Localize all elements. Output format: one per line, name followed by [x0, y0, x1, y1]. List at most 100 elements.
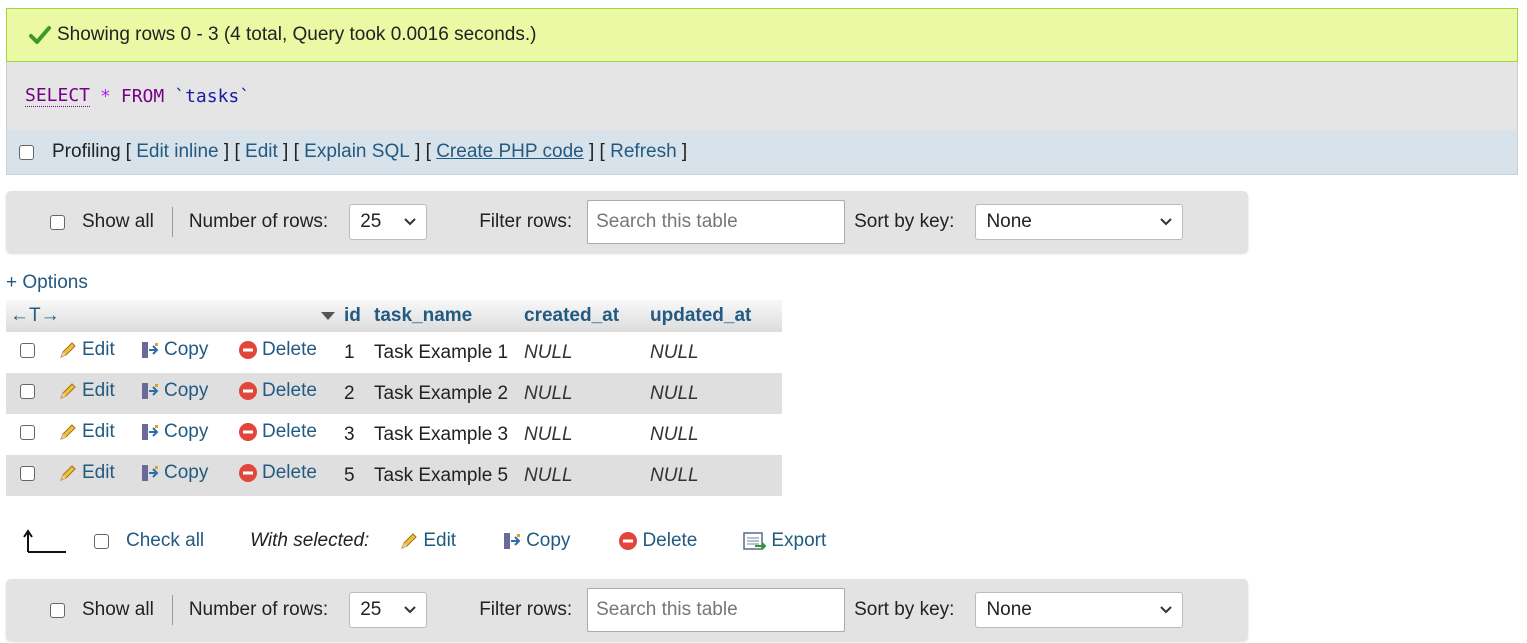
- copy-icon: [142, 465, 159, 481]
- row-delete-action[interactable]: Delete: [238, 421, 317, 443]
- copy-icon: [142, 342, 159, 358]
- cell-task-name: Task Example 2: [370, 373, 520, 414]
- row-copy-action[interactable]: Copy: [140, 421, 208, 443]
- row-delete-action[interactable]: Delete: [238, 380, 317, 402]
- cell-task-name: Task Example 3: [370, 414, 520, 455]
- sort-by-key-select[interactable]: None: [975, 204, 1184, 240]
- pencil-icon: [60, 383, 76, 399]
- column-header-task-name[interactable]: task_name: [370, 300, 520, 332]
- number-of-rows-select[interactable]: 25: [349, 204, 428, 240]
- edit-inline-link[interactable]: Edit inline: [136, 141, 218, 163]
- cell-updated-at: NULL: [646, 455, 782, 496]
- cell-task-name: Task Example 1: [370, 332, 520, 373]
- cell-created-at: NULL: [520, 373, 646, 414]
- bottom-navigation-bar: Show all Number of rows: 25 Filter rows:…: [6, 579, 1248, 641]
- profiling-checkbox[interactable]: [19, 144, 34, 160]
- copy-icon: [142, 383, 159, 399]
- copy-icon: [142, 424, 159, 440]
- number-of-rows-label: Number of rows:: [188, 599, 329, 620]
- row-checkbox[interactable]: [20, 465, 35, 481]
- check-all-label[interactable]: Check all: [126, 530, 204, 552]
- number-of-rows-value: 25: [360, 599, 382, 620]
- row-edit-action[interactable]: Edit: [58, 462, 115, 484]
- bulk-delete-button[interactable]: Delete: [618, 530, 697, 552]
- sort-by-key-value: None: [986, 211, 1032, 232]
- create-php-code-link[interactable]: Create PHP code: [436, 141, 584, 163]
- row-checkbox[interactable]: [20, 342, 35, 358]
- sql-star: *: [100, 85, 111, 107]
- row-copy-action[interactable]: Copy: [140, 339, 208, 361]
- number-of-rows-value: 25: [360, 211, 382, 232]
- refresh-link[interactable]: Refresh: [610, 141, 677, 163]
- number-of-rows-select[interactable]: 25: [349, 592, 428, 628]
- check-all-checkbox[interactable]: [94, 533, 109, 549]
- column-header-updated-at[interactable]: updated_at: [646, 300, 782, 332]
- bulk-actions-row: Check all With selected: Edit Copy Delet…: [22, 522, 826, 560]
- pencil-icon: [60, 465, 76, 481]
- options-link[interactable]: + Options: [6, 272, 88, 294]
- chevron-down-icon: [1160, 606, 1173, 614]
- sort-by-key-value: None: [986, 599, 1032, 620]
- pencil-icon: [60, 342, 76, 358]
- pencil-icon: [60, 424, 76, 440]
- row-copy-action[interactable]: Copy: [140, 380, 208, 402]
- row-checkbox[interactable]: [20, 424, 35, 440]
- filter-rows-label: Filter rows:: [479, 599, 573, 620]
- row-delete-action[interactable]: Delete: [238, 339, 317, 361]
- row-edit-action[interactable]: Edit: [58, 339, 115, 361]
- with-selected-label: With selected:: [250, 530, 370, 551]
- show-all-label[interactable]: Show all: [82, 599, 154, 621]
- delete-icon: [239, 382, 257, 400]
- show-all-checkbox[interactable]: [50, 602, 65, 618]
- cell-id: 3: [340, 414, 370, 455]
- filter-rows-input[interactable]: [587, 588, 846, 632]
- cell-created-at: NULL: [520, 455, 646, 496]
- sql-query-box: SELECT * FROM `tasks`: [6, 62, 1518, 130]
- delete-icon: [619, 532, 638, 550]
- delete-icon: [239, 464, 257, 482]
- cell-id: 5: [340, 455, 370, 496]
- table-header-row: ←T→ id task_name created_at updated_at: [6, 300, 782, 332]
- filter-rows-label: Filter rows:: [479, 211, 573, 232]
- triangle-down-icon[interactable]: [320, 311, 336, 321]
- number-of-rows-label: Number of rows:: [188, 211, 329, 232]
- profiling-label: Profiling: [52, 141, 121, 162]
- nav-separator: [171, 207, 173, 237]
- filter-rows-input[interactable]: [587, 200, 846, 244]
- profiling-bar: Profiling [ Edit inline ] [ Edit ] [ Exp…: [6, 130, 1518, 175]
- cell-updated-at: NULL: [646, 414, 782, 455]
- table-row: Edit Copy Delete 2 Task Example 2 NULL N…: [6, 373, 782, 414]
- show-all-label[interactable]: Show all: [82, 211, 154, 233]
- column-header-id[interactable]: id: [340, 300, 370, 332]
- bulk-edit-button[interactable]: Edit: [399, 530, 456, 552]
- row-copy-action[interactable]: Copy: [140, 462, 208, 484]
- top-navigation-bar: Show all Number of rows: 25 Filter rows:…: [6, 191, 1248, 253]
- sort-by-key-select[interactable]: None: [975, 592, 1184, 628]
- row-checkbox[interactable]: [20, 383, 35, 399]
- sort-by-key-label: Sort by key:: [854, 211, 955, 232]
- chevron-down-icon: [1160, 218, 1173, 226]
- row-edit-action[interactable]: Edit: [58, 380, 115, 402]
- column-arrows-header: ←T→: [6, 300, 340, 332]
- delete-icon: [239, 423, 257, 441]
- row-delete-action[interactable]: Delete: [238, 462, 317, 484]
- bulk-copy-button[interactable]: Copy: [502, 530, 570, 552]
- cell-id: 1: [340, 332, 370, 373]
- copy-icon: [504, 533, 521, 549]
- bulk-export-button[interactable]: Export: [743, 530, 826, 552]
- edit-link[interactable]: Edit: [245, 141, 278, 163]
- success-message-bar: Showing rows 0 - 3 (4 total, Query took …: [6, 8, 1518, 62]
- cell-updated-at: NULL: [646, 332, 782, 373]
- cell-created-at: NULL: [520, 332, 646, 373]
- table-row: Edit Copy Delete 1 Task Example 1 NULL N…: [6, 332, 782, 373]
- move-columns-arrows[interactable]: ←T→: [10, 305, 60, 327]
- column-header-created-at[interactable]: created_at: [520, 300, 646, 332]
- cell-created-at: NULL: [520, 414, 646, 455]
- cell-task-name: Task Example 5: [370, 455, 520, 496]
- row-edit-action[interactable]: Edit: [58, 421, 115, 443]
- explain-sql-link[interactable]: Explain SQL: [304, 141, 410, 163]
- delete-icon: [239, 341, 257, 359]
- show-all-checkbox[interactable]: [50, 214, 65, 230]
- sort-by-key-label: Sort by key:: [854, 599, 955, 620]
- export-icon: [743, 532, 767, 550]
